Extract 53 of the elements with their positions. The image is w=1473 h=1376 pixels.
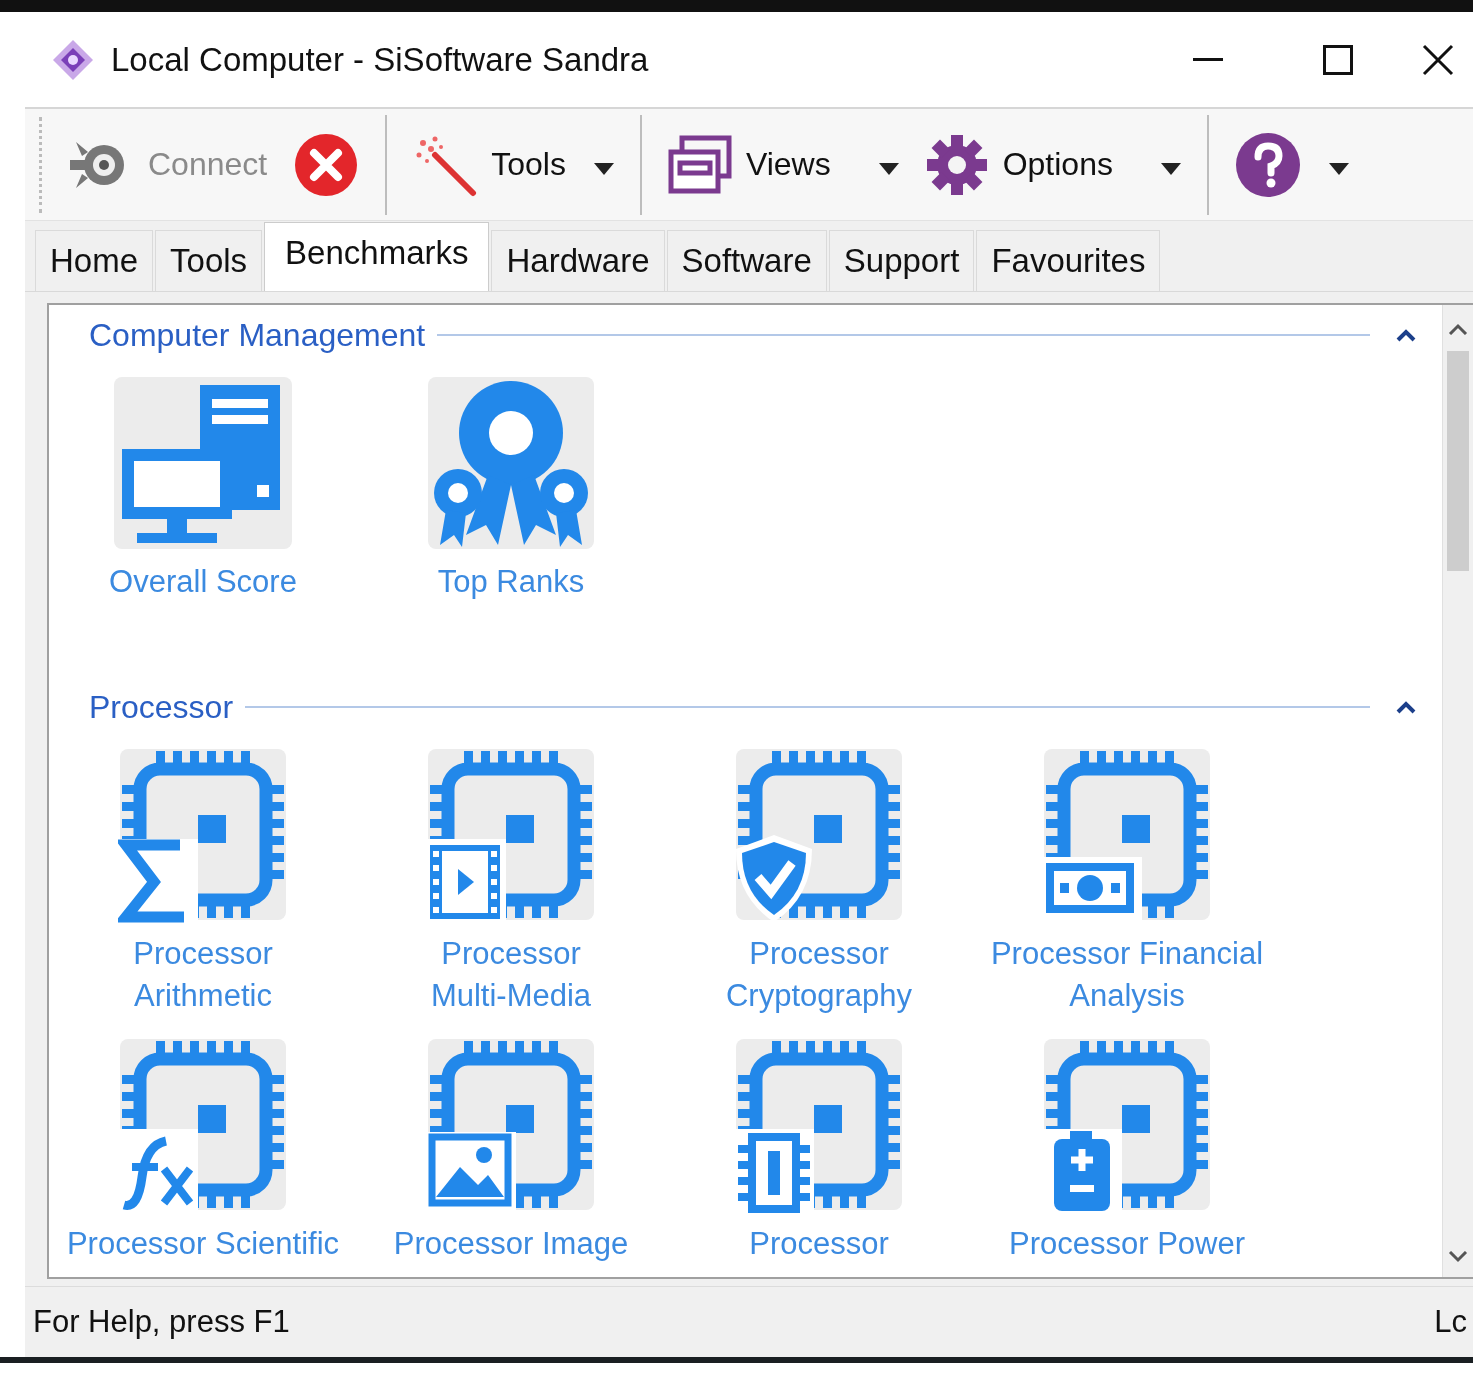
tile-label[interactable]: Top Ranks (437, 561, 585, 603)
caret-icon (593, 163, 614, 175)
settings-icon (924, 132, 989, 197)
help-icon (1234, 131, 1301, 198)
tile-label[interactable]: Processor Cryptography (725, 933, 913, 1017)
chip-image-icon (426, 1037, 596, 1213)
status-text: For Help, press F1 (33, 1304, 290, 1340)
caret-icon (1328, 163, 1349, 175)
chip-film-icon (426, 747, 596, 923)
computers-icon (112, 375, 294, 551)
tile-label[interactable]: Processor Arithmetic (133, 933, 273, 1017)
tile-label[interactable]: Processor Image (393, 1223, 629, 1265)
maximize-icon (1323, 44, 1353, 75)
chip-money-icon (1042, 747, 1212, 923)
chip-shield-icon (734, 747, 904, 923)
chip-battery-icon (1042, 1037, 1212, 1213)
close-icon (1422, 43, 1454, 76)
scrollbar[interactable] (1442, 305, 1473, 1277)
app-logo-icon (51, 37, 95, 82)
toolbar-button[interactable]: Views (663, 130, 903, 199)
award-ribbon-icon (426, 375, 596, 551)
tile-label[interactable]: Overall Score (109, 561, 297, 603)
caret-icon (1160, 163, 1181, 175)
window-title: Local Computer - SiSoftware Sandra (111, 40, 650, 79)
scroll-up-icon[interactable] (1448, 323, 1468, 335)
tab[interactable]: Software (666, 230, 827, 291)
tile-label[interactable]: Processor (749, 1223, 889, 1265)
tab[interactable]: Support (828, 230, 975, 291)
scrollbar-thumb[interactable] (1447, 351, 1469, 571)
tile-label[interactable]: Processor Multi-Media (430, 933, 592, 1017)
tab[interactable]: Hardware (491, 230, 665, 291)
tile-label[interactable]: Processor Financial Analysis (990, 933, 1264, 1017)
chip-function-icon (118, 1037, 288, 1213)
status-panel-text: Lc (1434, 1304, 1467, 1340)
chip-sigma-icon (118, 747, 288, 923)
tile-label[interactable]: Processor Scientific (66, 1223, 340, 1265)
tab[interactable]: Favourites (976, 230, 1161, 291)
toolbar-button[interactable]: Options (920, 128, 1185, 201)
stop-icon (293, 131, 360, 198)
scroll-down-icon[interactable] (1448, 1251, 1468, 1263)
tab[interactable]: Tools (155, 230, 263, 291)
section-title: Computer Management (89, 316, 426, 354)
caret-icon (878, 163, 899, 175)
tile-label[interactable]: Processor Power (1009, 1223, 1245, 1265)
minimize-icon (1193, 57, 1223, 62)
chip-component-icon (734, 1037, 904, 1213)
section-title: Processor (89, 688, 234, 726)
collapse-chevron-icon[interactable] (1396, 700, 1416, 714)
tab[interactable]: Home (35, 230, 154, 291)
collapse-chevron-icon[interactable] (1396, 328, 1416, 342)
toolbar-button[interactable]: Tools (409, 128, 618, 201)
tab[interactable]: Benchmarks (264, 222, 490, 291)
windows-icon (667, 134, 732, 195)
